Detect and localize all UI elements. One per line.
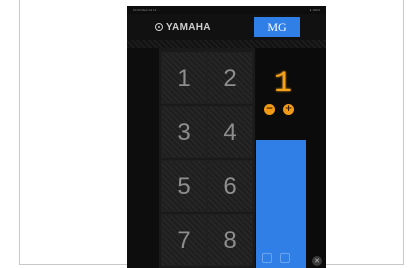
pad-button-8[interactable]: 8 [207, 214, 253, 266]
pad-button-2[interactable]: 2 [207, 52, 253, 104]
scene-number-display: 1 [273, 67, 292, 101]
pad-grid: 1 2 3 4 5 6 7 8 [159, 48, 255, 268]
header-divider [127, 40, 326, 48]
status-battery: ● 100% [309, 8, 320, 12]
pad-button-5[interactable]: 5 [161, 160, 207, 212]
pad-button-3[interactable]: 3 [161, 106, 207, 158]
status-time: 10:04 Wed Jul 14 ... [133, 8, 160, 12]
yamaha-logo-icon [155, 23, 163, 31]
close-icon[interactable]: ✕ [312, 256, 322, 266]
brand-name: YAMAHA [166, 21, 211, 33]
mute-icon[interactable] [262, 253, 272, 263]
pad-button-4[interactable]: 4 [207, 106, 253, 158]
increment-button[interactable]: + [283, 104, 294, 115]
pad-button-7[interactable]: 7 [161, 214, 207, 266]
fader-area[interactable] [256, 140, 306, 268]
pad-button-1[interactable]: 1 [161, 52, 207, 104]
control-panel: 1 − + [256, 48, 326, 268]
app-header: YAMAHA MG [127, 14, 326, 40]
mode-button[interactable]: MG [254, 17, 300, 37]
app-screen: 10:04 Wed Jul 14 ... ● 100% YAMAHA MG 1 … [127, 6, 326, 268]
brand-logo: YAMAHA [155, 19, 211, 35]
settings-icon[interactable] [280, 253, 290, 263]
decrement-button[interactable]: − [264, 104, 275, 115]
pad-button-6[interactable]: 6 [207, 160, 253, 212]
status-bar: 10:04 Wed Jul 14 ... ● 100% [127, 6, 326, 14]
